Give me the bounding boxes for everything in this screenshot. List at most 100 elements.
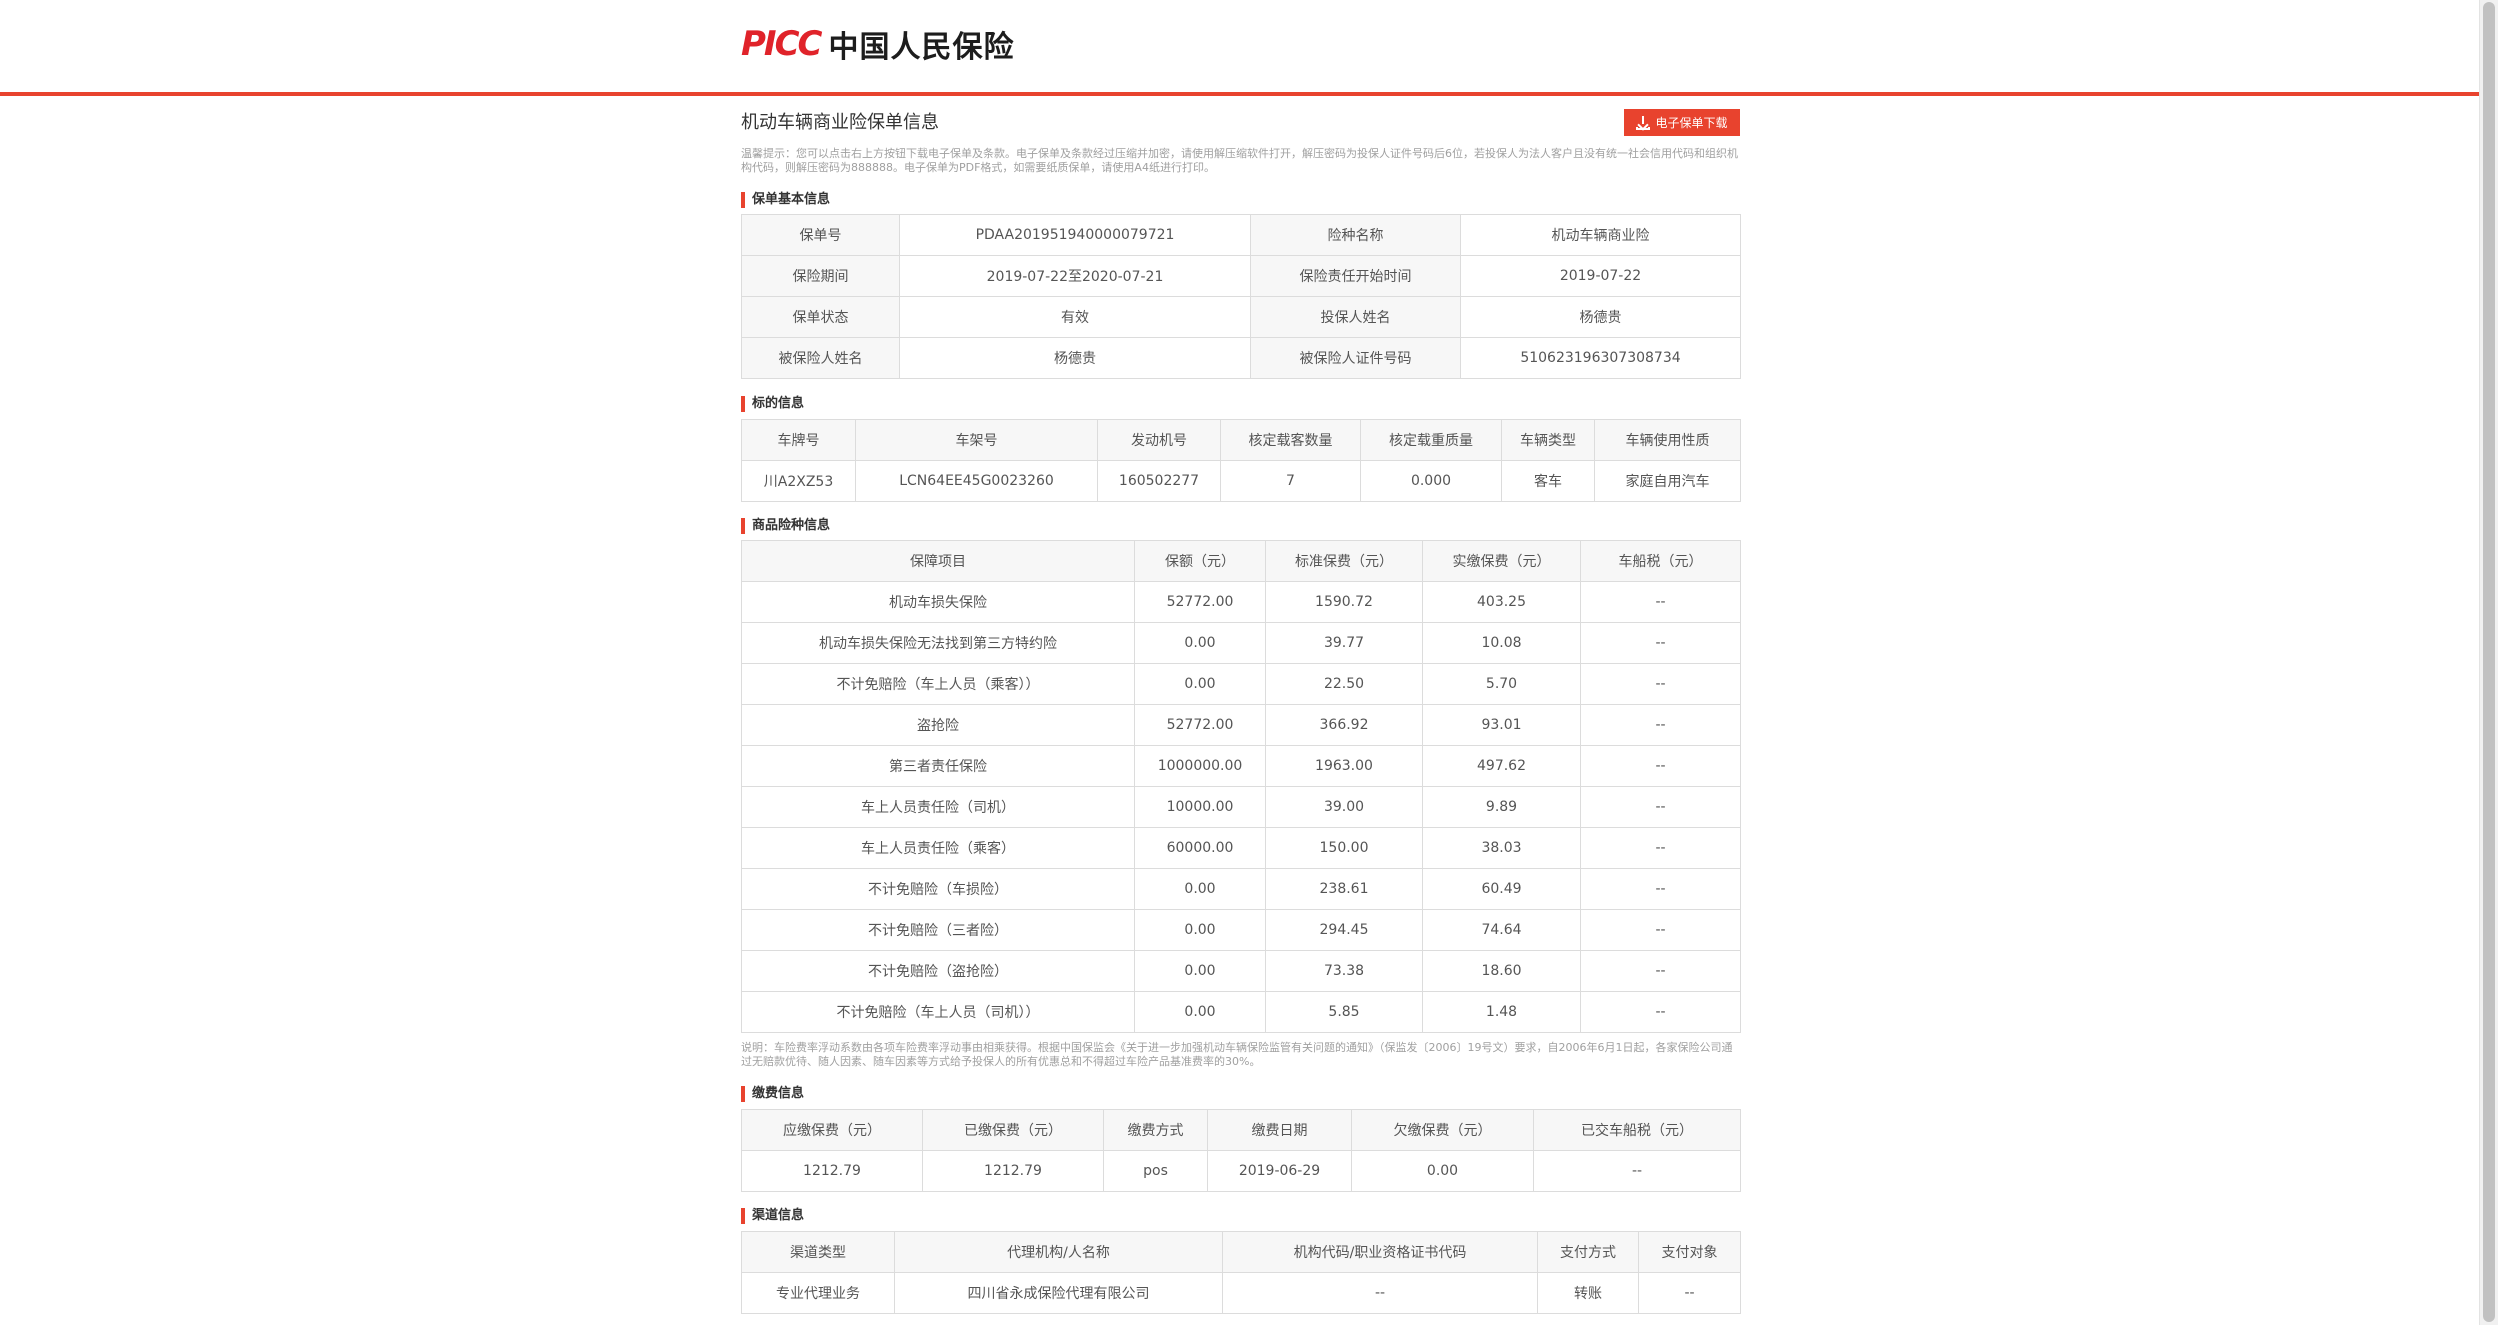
table-cell: -- xyxy=(1580,581,1741,623)
column-header: 车辆使用性质 xyxy=(1594,419,1741,461)
page-header: PICC 中国人民保险 xyxy=(0,0,2480,96)
table-cell: 1963.00 xyxy=(1265,745,1423,787)
table-cell: 川A2XZ53 xyxy=(741,460,856,502)
column-header: 应缴保费（元） xyxy=(741,1109,923,1151)
table-cell: 497.62 xyxy=(1422,745,1581,787)
table-cell: 机动车损失保险 xyxy=(741,581,1135,623)
column-header: 保额（元） xyxy=(1134,540,1266,582)
column-header: 车辆类型 xyxy=(1501,419,1595,461)
table-cell: 10000.00 xyxy=(1134,786,1266,828)
table-cell: 不计免赔险（车损险） xyxy=(741,868,1135,910)
table-cell: 0.00 xyxy=(1134,950,1266,992)
table-cell: 160502277 xyxy=(1097,460,1221,502)
table-row: 保单号 PDAA201951940000079721 险种名称 机动车辆商业险 xyxy=(741,214,1741,256)
column-header: 核定载重质量 xyxy=(1360,419,1502,461)
table-row: 不计免赔险（车损险） 0.00 238.61 60.49 -- xyxy=(741,868,1741,910)
logo-text-cn: 中国人民保险 xyxy=(828,30,1015,65)
table-cell: 1.48 xyxy=(1422,991,1581,1033)
value-cell: 510623196307308734 xyxy=(1460,337,1741,379)
vertical-scrollbar[interactable] xyxy=(2479,0,2498,1325)
column-header: 缴费方式 xyxy=(1103,1109,1208,1151)
label-cell: 险种名称 xyxy=(1250,214,1461,256)
subject-info-table: 车牌号 车架号 发动机号 核定载客数量 核定载重质量 车辆类型 车辆使用性质 川… xyxy=(741,419,1741,502)
table-cell: 车上人员责任险（乘客） xyxy=(741,827,1135,869)
table-cell: 10.08 xyxy=(1422,622,1581,664)
table-row: 机动车损失保险无法找到第三方特约险 0.00 39.77 10.08 -- xyxy=(741,622,1741,664)
table-cell: 294.45 xyxy=(1265,909,1423,951)
table-header-row: 保障项目 保额（元） 标准保费（元） 实缴保费（元） 车船税（元） xyxy=(741,540,1741,582)
table-cell: 366.92 xyxy=(1265,704,1423,746)
table-header-row: 渠道类型 代理机构/人名称 机构代码/职业资格证书代码 支付方式 支付对象 xyxy=(741,1231,1741,1273)
table-row: 1212.79 1212.79 pos 2019-06-29 0.00 -- xyxy=(741,1150,1741,1192)
table-cell: 7 xyxy=(1220,460,1361,502)
basic-info-table: 保单号 PDAA201951940000079721 险种名称 机动车辆商业险 … xyxy=(741,214,1741,379)
table-cell: -- xyxy=(1580,868,1741,910)
table-cell: 不计免赔险（三者险） xyxy=(741,909,1135,951)
column-header: 保障项目 xyxy=(741,540,1135,582)
premium-note: 说明：车险费率浮动系数由各项车险费率浮动事由相乘获得。根据中国保监会《关于进一步… xyxy=(741,1041,1733,1068)
table-cell: 车上人员责任险（司机） xyxy=(741,786,1135,828)
value-cell: 杨德贵 xyxy=(1460,296,1741,338)
section-title-products: 商品险种信息 xyxy=(741,518,830,534)
scrollbar-thumb[interactable] xyxy=(2483,2,2495,1322)
table-cell: 第三者责任保险 xyxy=(741,745,1135,787)
label-cell: 被保险人证件号码 xyxy=(1250,337,1461,379)
section-title-basic: 保单基本信息 xyxy=(741,192,830,208)
table-cell: 家庭自用汽车 xyxy=(1594,460,1741,502)
column-header: 支付方式 xyxy=(1537,1231,1639,1273)
table-cell: -- xyxy=(1580,827,1741,869)
table-cell: -- xyxy=(1580,786,1741,828)
table-cell: 客车 xyxy=(1501,460,1595,502)
table-cell: 403.25 xyxy=(1422,581,1581,623)
table-cell: 22.50 xyxy=(1265,663,1423,705)
table-cell: 18.60 xyxy=(1422,950,1581,992)
table-cell: 四川省永成保险代理有限公司 xyxy=(894,1272,1223,1314)
table-cell: 60000.00 xyxy=(1134,827,1266,869)
table-cell: 60.49 xyxy=(1422,868,1581,910)
download-button-label: 电子保单下载 xyxy=(1655,116,1728,130)
picc-logo[interactable]: PICC 中国人民保险 xyxy=(741,24,1015,65)
table-cell: pos xyxy=(1103,1150,1208,1192)
column-header: 车架号 xyxy=(855,419,1098,461)
products-table: 保障项目 保额（元） 标准保费（元） 实缴保费（元） 车船税（元） 机动车损失保… xyxy=(741,540,1741,1033)
table-cell: 150.00 xyxy=(1265,827,1423,869)
table-cell: 0.000 xyxy=(1360,460,1502,502)
payment-table: 应缴保费（元） 已缴保费（元） 缴费方式 缴费日期 欠缴保费（元） 已交车船税（… xyxy=(741,1109,1741,1192)
section-title-payment: 缴费信息 xyxy=(741,1086,804,1102)
table-cell: 1000000.00 xyxy=(1134,745,1266,787)
table-cell: -- xyxy=(1580,991,1741,1033)
value-cell: PDAA201951940000079721 xyxy=(899,214,1251,256)
table-cell: LCN64EE45G0023260 xyxy=(855,460,1098,502)
table-row: 保险期间 2019-07-22至2020-07-21 保险责任开始时间 2019… xyxy=(741,255,1741,297)
table-header-row: 应缴保费（元） 已缴保费（元） 缴费方式 缴费日期 欠缴保费（元） 已交车船税（… xyxy=(741,1109,1741,1151)
e-policy-download-button[interactable]: 电子保单下载 xyxy=(1624,109,1740,136)
channel-table: 渠道类型 代理机构/人名称 机构代码/职业资格证书代码 支付方式 支付对象 专业… xyxy=(741,1231,1741,1314)
table-cell: 5.70 xyxy=(1422,663,1581,705)
column-header: 已交车船税（元） xyxy=(1533,1109,1741,1151)
table-row: 川A2XZ53 LCN64EE45G0023260 160502277 7 0.… xyxy=(741,460,1741,502)
table-cell: 1590.72 xyxy=(1265,581,1423,623)
table-cell: 5.85 xyxy=(1265,991,1423,1033)
table-cell: 不计免赔险（车上人员（乘客）） xyxy=(741,663,1135,705)
table-cell: -- xyxy=(1580,745,1741,787)
table-row: 第三者责任保险 1000000.00 1963.00 497.62 -- xyxy=(741,745,1741,787)
table-cell: 39.00 xyxy=(1265,786,1423,828)
table-row: 车上人员责任险（乘客） 60000.00 150.00 38.03 -- xyxy=(741,827,1741,869)
table-cell: 盗抢险 xyxy=(741,704,1135,746)
table-cell: 1212.79 xyxy=(741,1150,923,1192)
column-header: 支付对象 xyxy=(1638,1231,1741,1273)
table-cell: 39.77 xyxy=(1265,622,1423,664)
label-cell: 投保人姓名 xyxy=(1250,296,1461,338)
section-title-channel: 渠道信息 xyxy=(741,1208,804,1224)
column-header: 发动机号 xyxy=(1097,419,1221,461)
column-header: 标准保费（元） xyxy=(1265,540,1423,582)
label-cell: 保单号 xyxy=(741,214,900,256)
table-cell: 专业代理业务 xyxy=(741,1272,895,1314)
value-cell: 有效 xyxy=(899,296,1251,338)
logo-text-en: PICC xyxy=(741,24,822,64)
table-cell: -- xyxy=(1638,1272,1741,1314)
table-row: 盗抢险 52772.00 366.92 93.01 -- xyxy=(741,704,1741,746)
label-cell: 保单状态 xyxy=(741,296,900,338)
table-cell: 38.03 xyxy=(1422,827,1581,869)
table-cell: 不计免赔险（盗抢险） xyxy=(741,950,1135,992)
